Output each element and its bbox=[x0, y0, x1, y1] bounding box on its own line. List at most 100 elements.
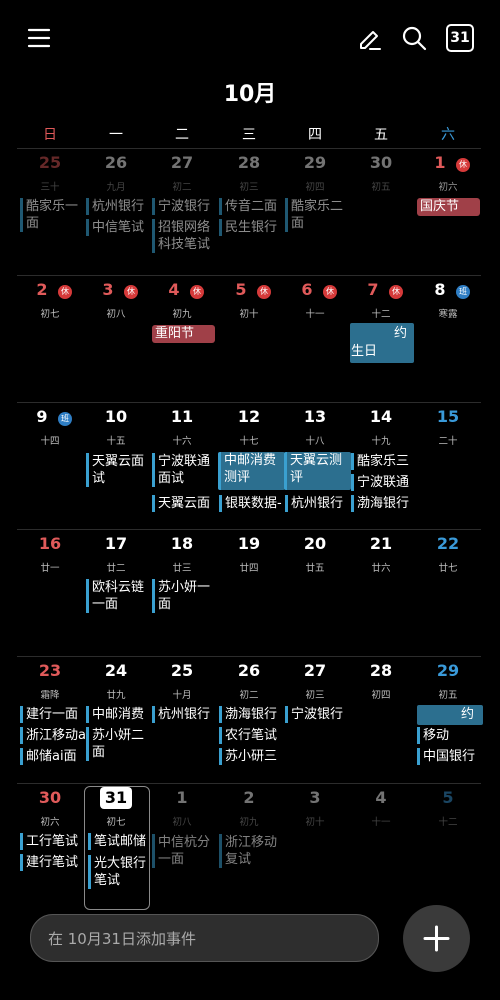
event-item[interactable]: 中国银行 bbox=[417, 748, 483, 765]
event-item[interactable]: 民生银行 bbox=[219, 219, 285, 236]
event-item[interactable]: 中信笔试 bbox=[86, 219, 152, 236]
event-item[interactable]: 杭州银行 bbox=[285, 495, 351, 512]
day-cell[interactable]: 30 初五 bbox=[348, 149, 414, 275]
event-item[interactable]: 宁波联通 bbox=[351, 474, 417, 491]
lunar-date: 初七 bbox=[40, 309, 60, 320]
lunar-date: 初九 bbox=[172, 309, 192, 320]
day-cell[interactable]: 4 十一 bbox=[348, 784, 414, 910]
day-number: 25 bbox=[170, 661, 194, 680]
lunar-date: 初十 bbox=[239, 309, 259, 320]
event-item[interactable]: 约 生日 bbox=[350, 323, 414, 363]
day-cell[interactable]: 3 初十 bbox=[282, 784, 348, 910]
event-item[interactable]: 天翼云测评 bbox=[284, 452, 351, 490]
event-item[interactable]: 宁波银行 bbox=[152, 198, 218, 215]
menu-icon[interactable] bbox=[25, 22, 57, 54]
event-item[interactable]: 杭州银行 bbox=[152, 706, 218, 723]
event-item[interactable]: 移动 bbox=[417, 727, 483, 744]
event-item[interactable]: 工行笔试 bbox=[20, 833, 86, 850]
month-title: 10月 bbox=[223, 82, 277, 107]
event-item[interactable]: 苏小妍一面 bbox=[152, 579, 218, 613]
day-number: 26 bbox=[104, 153, 128, 172]
event-item[interactable]: 银联数据- bbox=[219, 495, 285, 512]
lunar-date: 三十 bbox=[40, 182, 60, 193]
event-item[interactable]: 欧科云链一面 bbox=[86, 579, 152, 613]
lunar-date: 廿四 bbox=[239, 563, 259, 574]
day-cell[interactable]: 9 十四班 bbox=[17, 403, 83, 529]
event-item[interactable]: 招银网络科技笔试 bbox=[152, 219, 218, 253]
day-cell[interactable]: 16 廿一 bbox=[17, 530, 83, 656]
event-item[interactable]: 建行一面 bbox=[20, 706, 86, 723]
holiday-label[interactable]: 国庆节 bbox=[417, 198, 480, 216]
day-number: 23 bbox=[38, 661, 62, 680]
event-item-text: 约 bbox=[461, 707, 475, 722]
day-cell[interactable]: 5 十二 bbox=[415, 784, 481, 910]
lunar-date: 初八 bbox=[106, 309, 126, 320]
lunar-date: 十四 bbox=[40, 436, 60, 447]
day-number: 14 bbox=[369, 407, 393, 426]
event-item[interactable]: 浙江移动复试 bbox=[219, 834, 285, 868]
event-item[interactable]: 邮储ai面 bbox=[20, 748, 86, 765]
holiday-label[interactable]: 重阳节 bbox=[152, 325, 215, 343]
event-item[interactable]: 酷家乐一面 bbox=[20, 198, 86, 232]
day-number: 30 bbox=[38, 788, 62, 807]
event-item[interactable]: 光大银行笔试 bbox=[88, 855, 152, 889]
event-item[interactable]: 酷家乐二面 bbox=[285, 198, 351, 232]
day-cell[interactable]: 28 初四 bbox=[348, 657, 414, 783]
event-item[interactable]: 苏小妍二面 bbox=[86, 727, 152, 761]
day-number: 27 bbox=[170, 153, 194, 172]
event-item[interactable]: 农行笔试 bbox=[219, 727, 285, 744]
top-bar: 31 bbox=[0, 0, 500, 78]
add-event-button[interactable] bbox=[403, 905, 470, 972]
event-item[interactable]: 中信杭分一面 bbox=[152, 834, 218, 868]
edit-icon[interactable] bbox=[354, 22, 386, 54]
event-item[interactable]: 渤海银行 bbox=[351, 495, 417, 512]
lunar-date: 初六 bbox=[438, 182, 458, 193]
day-cell[interactable]: 15 二十 bbox=[415, 403, 481, 529]
weekday-sat: 六 bbox=[441, 127, 455, 143]
day-cell[interactable]: 8 寒露班 bbox=[415, 276, 481, 402]
day-number: 25 bbox=[38, 153, 62, 172]
day-cell[interactable]: 20 廿五 bbox=[282, 530, 348, 656]
day-number: 19 bbox=[237, 534, 261, 553]
day-cell[interactable]: 6 十一休 bbox=[282, 276, 348, 402]
event-item[interactable]: 苏小研三面 bbox=[219, 748, 285, 765]
event-item[interactable]: 约 bbox=[417, 705, 483, 725]
day-cell[interactable]: 22 廿七 bbox=[415, 530, 481, 656]
event-item[interactable]: 宁波银行 bbox=[285, 706, 351, 723]
weekday-sun: 日 bbox=[43, 127, 57, 143]
lunar-date: 廿一 bbox=[40, 563, 60, 574]
lunar-date: 十月 bbox=[172, 690, 192, 701]
lunar-date: 十八 bbox=[305, 436, 325, 447]
event-item[interactable]: 笔试邮储 bbox=[88, 833, 152, 850]
event-item[interactable]: 中邮消费 bbox=[86, 706, 152, 723]
rest-badge: 休 bbox=[389, 285, 403, 299]
day-cell[interactable]: 2 初七休 bbox=[17, 276, 83, 402]
lunar-date: 初五 bbox=[371, 182, 391, 193]
event-item[interactable]: 渤海银行面 bbox=[219, 706, 285, 723]
day-cell[interactable]: 21 廿六 bbox=[348, 530, 414, 656]
event-item[interactable]: 酷家乐三面 bbox=[351, 453, 417, 470]
event-item[interactable]: 建行笔试 bbox=[20, 854, 86, 871]
day-number: 11 bbox=[170, 407, 194, 426]
day-number: 30 bbox=[369, 153, 393, 172]
event-item[interactable]: 天翼云面试 bbox=[86, 453, 152, 487]
day-number: 4 bbox=[375, 788, 387, 807]
lunar-date: 十七 bbox=[239, 436, 259, 447]
event-item[interactable]: 宁波联通面试 bbox=[152, 453, 218, 487]
day-cell[interactable]: 3 初八休 bbox=[83, 276, 149, 402]
lunar-date: 初八 bbox=[172, 817, 192, 828]
add-event-input[interactable]: 在 10月31日添加事件 bbox=[30, 914, 379, 962]
event-item[interactable]: 天翼云面试 bbox=[152, 495, 218, 512]
today-button[interactable]: 31 bbox=[446, 24, 474, 52]
lunar-date: 廿七 bbox=[438, 563, 458, 574]
event-item[interactable]: 杭州银行 bbox=[86, 198, 152, 215]
day-cell[interactable]: 5 初十休 bbox=[216, 276, 282, 402]
rest-badge: 休 bbox=[323, 285, 337, 299]
day-number: 28 bbox=[237, 153, 261, 172]
day-cell[interactable]: 19 廿四 bbox=[216, 530, 282, 656]
event-item[interactable]: 浙江移动ai bbox=[20, 727, 86, 744]
search-icon[interactable] bbox=[399, 22, 431, 54]
event-item[interactable]: 中邮消费测评 bbox=[218, 452, 285, 490]
event-item[interactable]: 传音二面 bbox=[219, 198, 285, 215]
lunar-date: 廿二 bbox=[106, 563, 126, 574]
